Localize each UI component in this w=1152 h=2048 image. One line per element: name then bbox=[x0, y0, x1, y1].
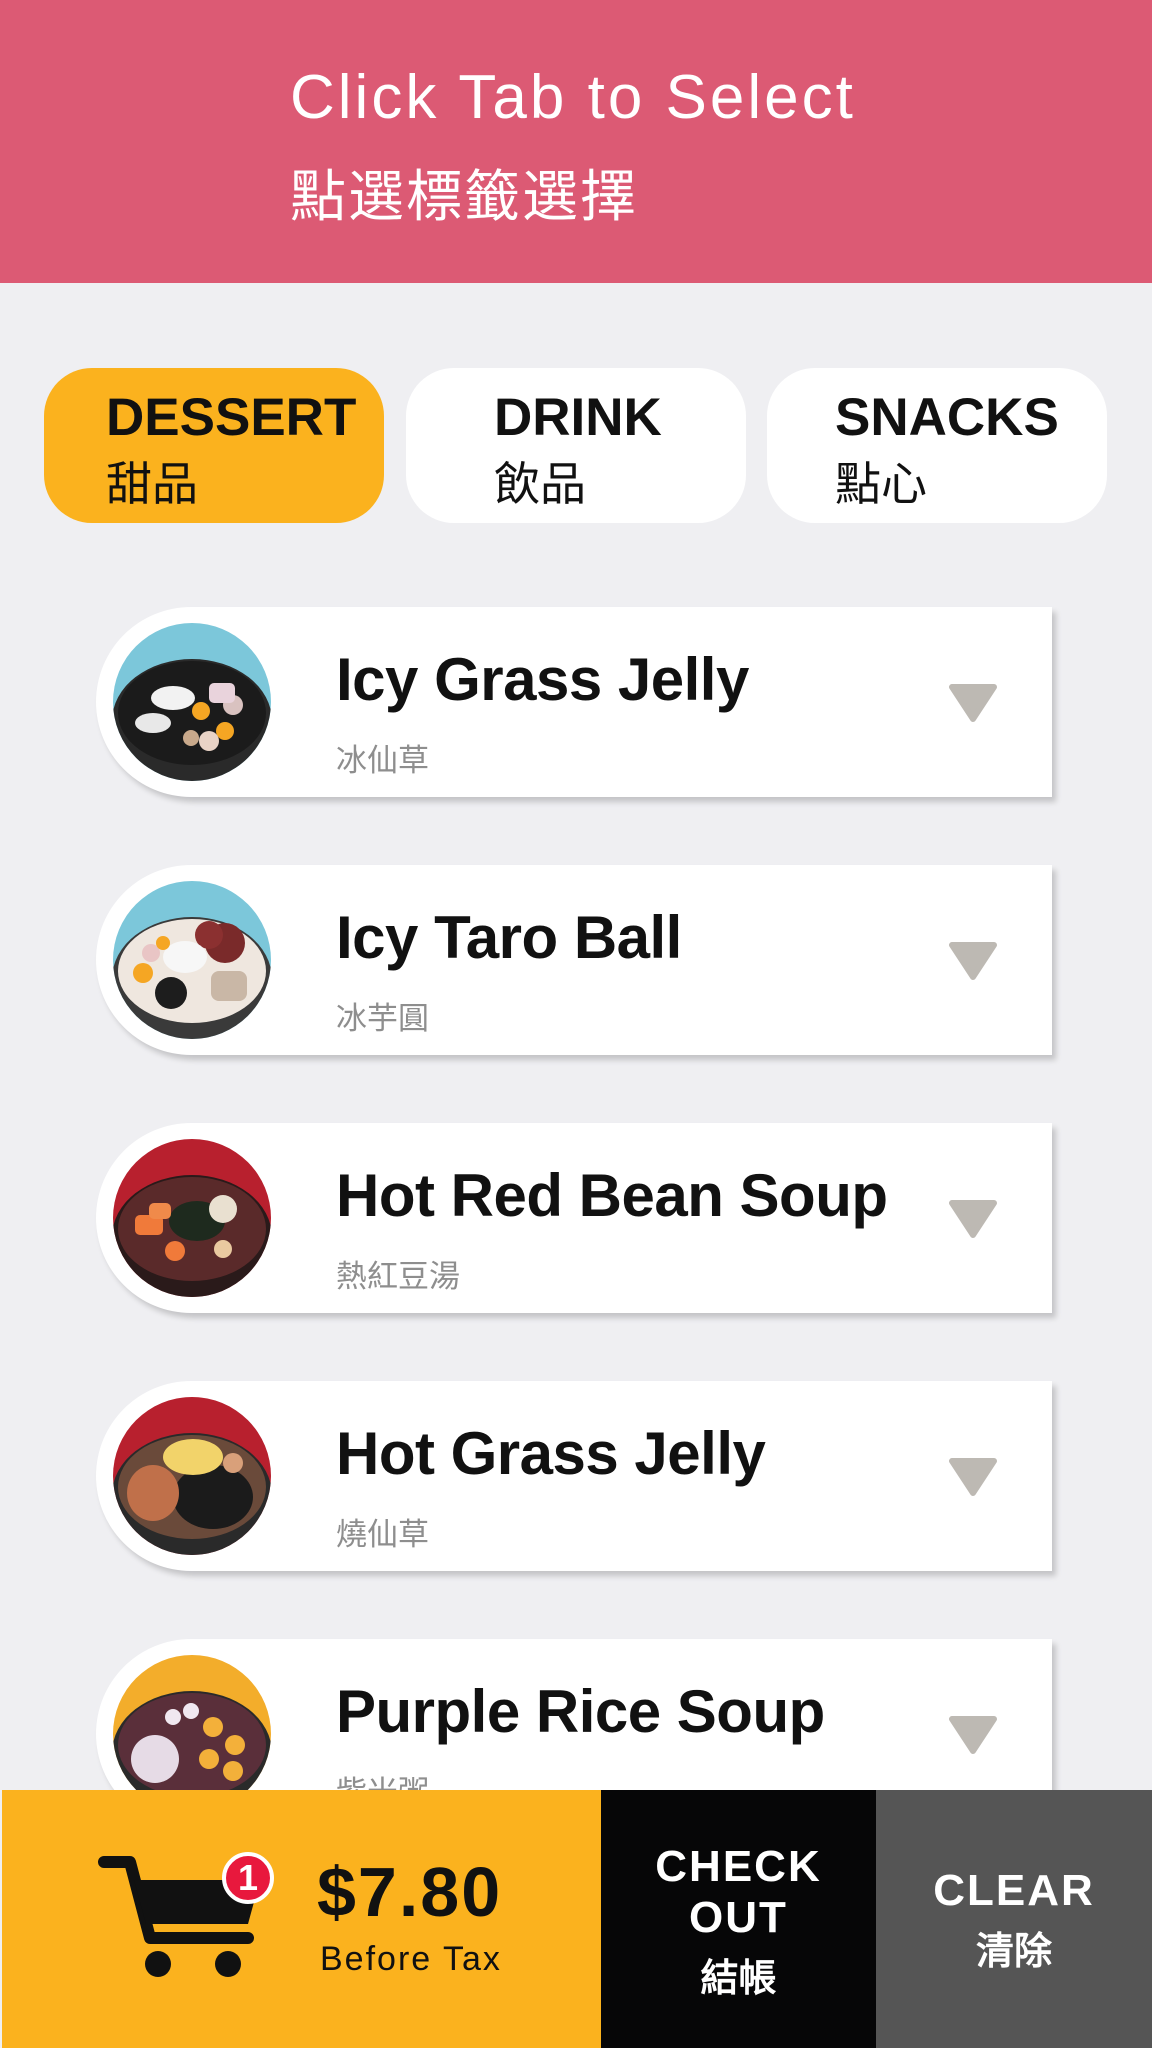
chevron-down-icon[interactable] bbox=[948, 683, 998, 723]
item-name: Purple Rice Soup bbox=[336, 1678, 825, 1745]
tab-snacks-label-zh: 點心 bbox=[835, 458, 927, 510]
dessert-thumbnail bbox=[113, 1397, 271, 1555]
chevron-down-icon[interactable] bbox=[948, 941, 998, 981]
checkout-label-zh: 結帳 bbox=[700, 1958, 777, 2000]
tab-dessert-label: DESSERT bbox=[106, 388, 357, 447]
item-name: Icy Grass Jelly bbox=[336, 646, 749, 713]
cart-summary[interactable]: 1 $7.80 Before Tax bbox=[2, 1790, 601, 2048]
header-title-en: Click Tab to Select bbox=[290, 63, 856, 132]
clear-label: CLEAR bbox=[933, 1866, 1095, 1915]
clear-button[interactable]: CLEAR 清除 bbox=[876, 1790, 1152, 2048]
bottom-bar: 1 $7.80 Before Tax CHECK OUT 結帳 CLEAR 清除 bbox=[0, 1790, 1152, 2048]
list-item[interactable]: Icy Taro Ball 冰芋圓 bbox=[96, 865, 1052, 1055]
tab-drink[interactable]: DRINK 飲品 bbox=[406, 368, 746, 523]
item-name: Icy Taro Ball bbox=[336, 904, 682, 971]
dessert-thumbnail bbox=[113, 881, 271, 1039]
tab-dessert[interactable]: DESSERT 甜品 bbox=[44, 368, 384, 523]
tab-drink-label-zh: 飲品 bbox=[494, 458, 586, 510]
cart-count-badge: 1 bbox=[222, 1852, 274, 1904]
clear-label-zh: 清除 bbox=[975, 1931, 1052, 1973]
item-name-zh: 冰芋圓 bbox=[336, 1001, 429, 1036]
header-title-zh: 點選標籤選擇 bbox=[290, 165, 638, 228]
item-name: Hot Grass Jelly bbox=[336, 1420, 766, 1487]
chevron-down-icon[interactable] bbox=[948, 1715, 998, 1755]
tab-dessert-label-zh: 甜品 bbox=[106, 458, 198, 510]
cart-total-price: $7.80 bbox=[317, 1853, 503, 1931]
tab-snacks-label: SNACKS bbox=[835, 388, 1059, 447]
list-item[interactable]: Hot Red Bean Soup 熱紅豆湯 bbox=[96, 1123, 1052, 1313]
checkout-button[interactable]: CHECK OUT 結帳 bbox=[601, 1790, 876, 2048]
tab-snacks[interactable]: SNACKS 點心 bbox=[767, 368, 1107, 523]
header-banner: Click Tab to Select 點選標籤選擇 bbox=[0, 0, 1152, 283]
before-tax-label: Before Tax bbox=[320, 1940, 502, 1978]
checkout-label-line2: OUT bbox=[689, 1893, 788, 1942]
dessert-thumbnail bbox=[113, 623, 271, 781]
dessert-thumbnail bbox=[113, 1139, 271, 1297]
chevron-down-icon[interactable] bbox=[948, 1457, 998, 1497]
tab-drink-label: DRINK bbox=[494, 388, 662, 447]
item-name-zh: 燒仙草 bbox=[336, 1517, 429, 1552]
chevron-down-icon[interactable] bbox=[948, 1199, 998, 1239]
item-name-zh: 冰仙草 bbox=[336, 743, 429, 778]
checkout-label-line1: CHECK bbox=[655, 1842, 822, 1891]
list-item[interactable]: Hot Grass Jelly 燒仙草 bbox=[96, 1381, 1052, 1571]
list-item[interactable]: Icy Grass Jelly 冰仙草 bbox=[96, 607, 1052, 797]
item-name-zh: 熱紅豆湯 bbox=[336, 1259, 460, 1294]
item-name: Hot Red Bean Soup bbox=[336, 1162, 888, 1229]
